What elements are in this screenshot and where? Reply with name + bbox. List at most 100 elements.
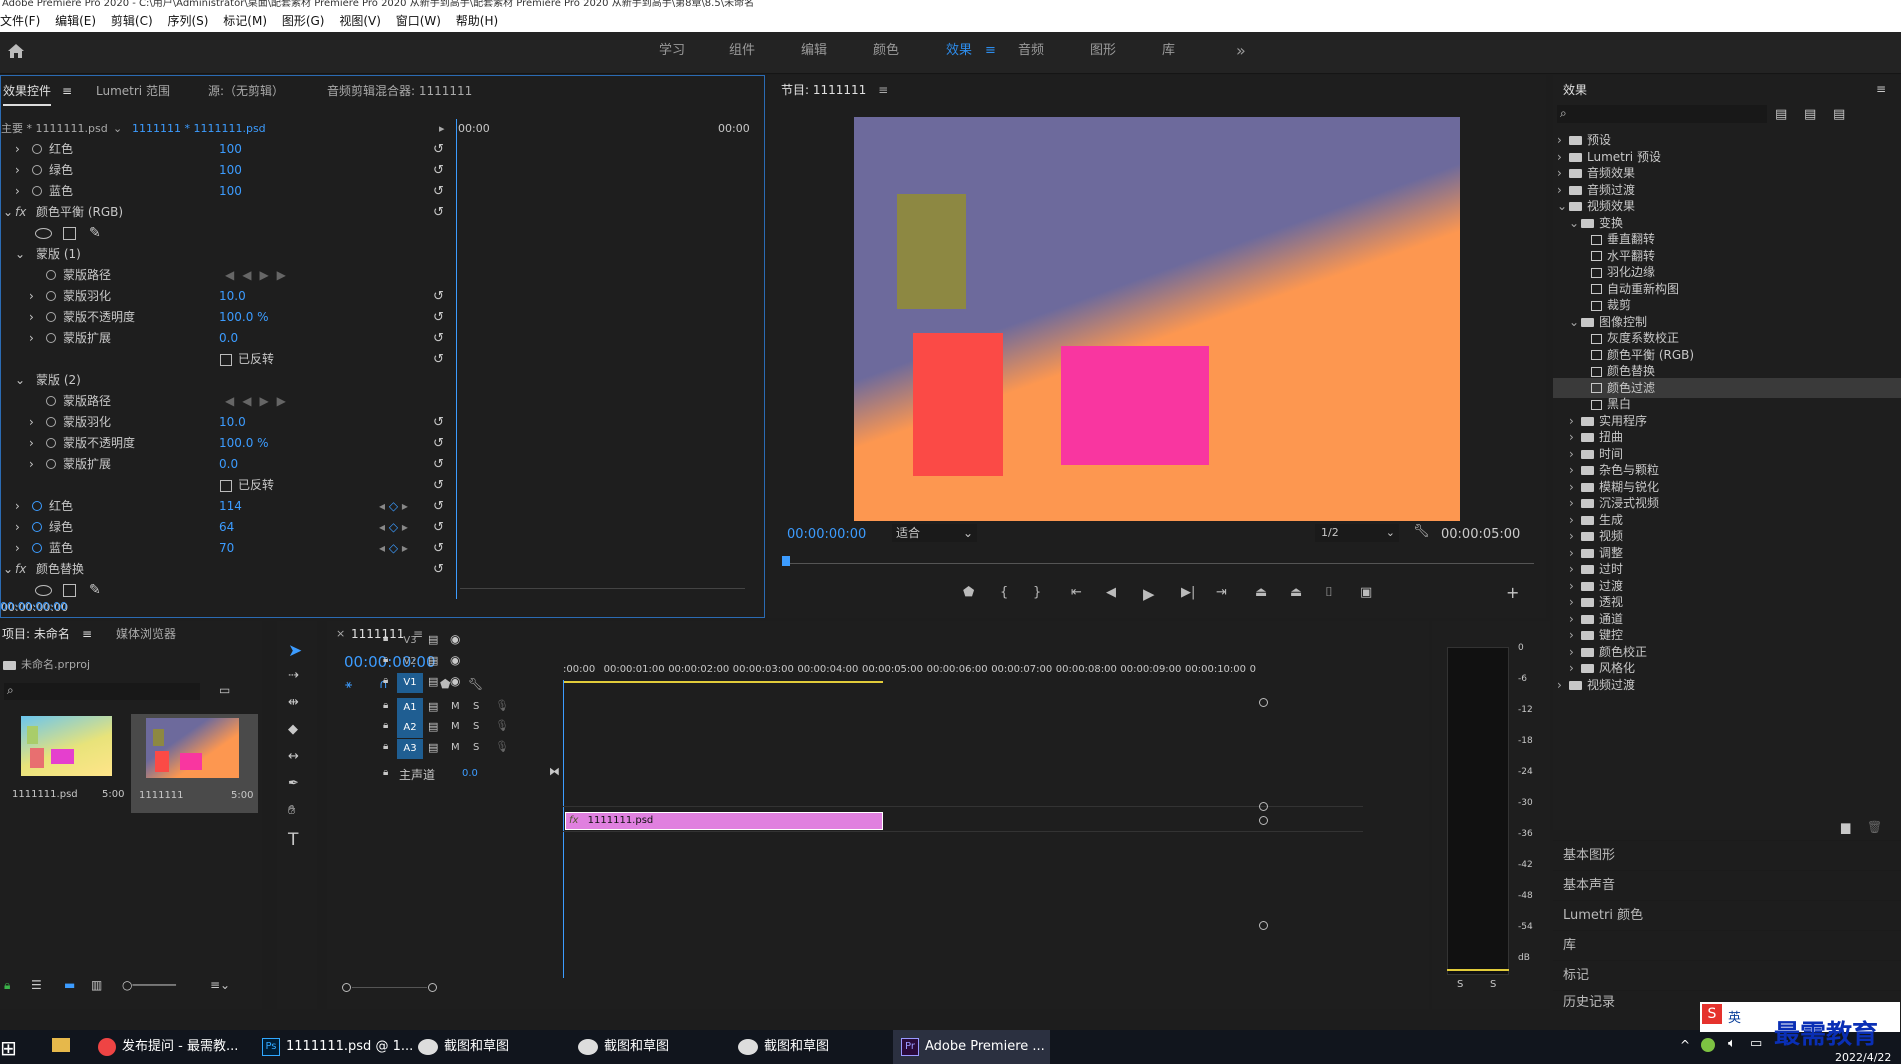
pen-mask-icon[interactable]: ✎ bbox=[89, 223, 101, 244]
prop-value[interactable]: 10.0 bbox=[219, 412, 246, 433]
mark-in-icon[interactable]: { bbox=[1000, 585, 1008, 600]
sync-lock-icon[interactable]: ▤ bbox=[428, 700, 438, 713]
prop-value[interactable]: 100.0 % bbox=[219, 433, 269, 454]
project-item[interactable]: 1111111.psd 5:00 bbox=[8, 714, 124, 813]
tab-effect-controls-menu[interactable]: ≡ bbox=[62, 78, 72, 104]
ec-row-mask1-inverted[interactable]: 已反转 ↺ bbox=[1, 349, 456, 370]
mic-icon[interactable]: 🎙︎ bbox=[495, 699, 509, 712]
stopwatch-icon[interactable] bbox=[32, 522, 42, 532]
razor-tool-icon[interactable]: ◆ bbox=[288, 722, 298, 737]
workspace-learning[interactable]: 学习 bbox=[659, 32, 685, 74]
ec-row-mask1-expansion[interactable]: › 蒙版扩展 0.0 ↺ bbox=[1, 328, 456, 349]
sync-lock-icon[interactable]: ▤ bbox=[428, 741, 438, 754]
stopwatch-icon[interactable] bbox=[32, 144, 42, 154]
a-scroll-bottom[interactable] bbox=[1259, 921, 1268, 930]
extract-icon[interactable]: ⏏ bbox=[1290, 585, 1302, 600]
workspace-color[interactable]: 颜色 bbox=[873, 32, 899, 74]
program-title[interactable]: 节目: 1111111 bbox=[781, 83, 866, 97]
prop-value[interactable]: 100 bbox=[219, 160, 242, 181]
ec-row-mask2-opacity[interactable]: › 蒙版不透明度 100.0 % ↺ bbox=[1, 433, 456, 454]
menu-clip[interactable]: 剪辑(C) bbox=[111, 14, 153, 28]
track-target[interactable]: A3 bbox=[397, 739, 423, 759]
reset-icon[interactable]: ↺ bbox=[433, 349, 444, 370]
solo-button[interactable]: S bbox=[473, 701, 479, 712]
prop-value[interactable]: 100.0 % bbox=[219, 307, 269, 328]
go-to-in-icon[interactable]: ⇤ bbox=[1071, 585, 1082, 600]
go-to-out-icon[interactable]: ⇥ bbox=[1216, 585, 1227, 600]
wrench-icon[interactable]: 🔧︎ bbox=[1413, 524, 1430, 539]
reset-icon[interactable]: ↺ bbox=[433, 538, 444, 559]
accelerated-effects-icon[interactable]: ▤ bbox=[1775, 107, 1787, 122]
ec-ruler[interactable]: 00:00 00:00 bbox=[456, 119, 756, 139]
reset-icon[interactable]: ↺ bbox=[433, 139, 444, 160]
track-target[interactable]: V2 bbox=[397, 652, 423, 672]
menu-edit[interactable]: 编辑(E) bbox=[55, 14, 96, 28]
ec-row-blue-2[interactable]: › 蓝色 70 ◂ ◇ ▸ ↺ bbox=[1, 538, 456, 559]
taskbar-premiere[interactable]: Pr Adobe Premiere ... bbox=[893, 1030, 1050, 1064]
tab-audio-clip-mixer[interactable]: 音频剪辑混合器: 1111111 bbox=[327, 78, 472, 104]
sort-icon[interactable]: ≡⌄ bbox=[210, 978, 230, 992]
mask-track-buttons[interactable]: ◀◀▶▶ bbox=[225, 391, 294, 412]
reset-icon[interactable]: ↺ bbox=[433, 181, 444, 202]
prop-value[interactable]: 0.0 bbox=[219, 328, 238, 349]
sync-lock-icon[interactable]: ▤ bbox=[428, 720, 438, 733]
hand-tool-icon[interactable]: ✋︎ bbox=[288, 803, 295, 818]
prop-value[interactable]: 114 bbox=[219, 496, 242, 517]
master-expand-icon[interactable]: ⧓ bbox=[549, 765, 560, 778]
master-volume-value[interactable]: 0.0 bbox=[462, 768, 478, 779]
v-scroll-mid[interactable] bbox=[1259, 802, 1268, 811]
ec-current-time[interactable]: 00:00:00:00 bbox=[0, 600, 67, 613]
prop-value[interactable]: 64 bbox=[219, 517, 234, 538]
menu-view[interactable]: 视图(V) bbox=[339, 14, 381, 28]
v-scroll-top[interactable] bbox=[1259, 698, 1268, 707]
find-icon[interactable]: ▭ bbox=[219, 683, 230, 697]
ime-lang[interactable]: 英 bbox=[1728, 1007, 1741, 1026]
ellipse-mask-icon[interactable] bbox=[35, 585, 52, 596]
icon-view-icon[interactable]: ▬ bbox=[64, 978, 75, 992]
a-scroll-top[interactable] bbox=[1259, 816, 1268, 825]
tab-media-browser[interactable]: 媒体浏览器 bbox=[116, 621, 176, 647]
effects-menu-icon[interactable]: ≡ bbox=[1876, 82, 1886, 96]
program-scrubber[interactable] bbox=[782, 556, 1534, 572]
tab-lumetri-scopes[interactable]: Lumetri 范围 bbox=[96, 78, 170, 104]
keyframe-nav[interactable]: ◂ ◇ ▸ bbox=[379, 517, 408, 538]
ec-row-red-2[interactable]: › 红色 114 ◂ ◇ ▸ ↺ bbox=[1, 496, 456, 517]
section-essential-graphics[interactable]: 基本图形 bbox=[1553, 840, 1901, 870]
eye-icon[interactable]: ◉ bbox=[450, 653, 460, 667]
effect-folder[interactable]: › 视频过渡 bbox=[1553, 675, 1901, 695]
pen-tool-icon[interactable]: ✒ bbox=[288, 776, 299, 791]
reset-icon[interactable]: ↺ bbox=[433, 412, 444, 433]
reset-icon[interactable]: ↺ bbox=[433, 328, 444, 349]
ec-row-mask2-path[interactable]: 蒙版路径 ◀◀▶▶ bbox=[1, 391, 456, 412]
mask-track-buttons[interactable]: ◀◀▶▶ bbox=[225, 265, 294, 286]
ec-row-mask2-expansion[interactable]: › 蒙版扩展 0.0 ↺ bbox=[1, 454, 456, 475]
track-lock-icon[interactable]: 🔒︎ bbox=[383, 720, 388, 731]
menu-file[interactable]: 文件(F) bbox=[0, 14, 40, 28]
taskbar-chrome[interactable]: 发布提问 - 最需教... bbox=[98, 1030, 238, 1064]
sync-lock-icon[interactable]: ▤ bbox=[428, 633, 438, 646]
stopwatch-icon[interactable] bbox=[46, 312, 56, 322]
workspace-effects[interactable]: 效果 bbox=[946, 32, 972, 74]
workspace-audio[interactable]: 音频 bbox=[1018, 32, 1044, 74]
menu-marker[interactable]: 标记(M) bbox=[223, 14, 267, 28]
slip-tool-icon[interactable]: ↔ bbox=[288, 749, 299, 764]
reset-icon[interactable]: ↺ bbox=[433, 202, 444, 223]
lock-icon[interactable]: 🔒︎ bbox=[4, 978, 10, 993]
mute-button[interactable]: M bbox=[451, 742, 460, 753]
more-workspaces-icon[interactable]: » bbox=[1236, 32, 1246, 74]
selection-tool-icon[interactable]: ➤ bbox=[288, 641, 302, 661]
reset-icon[interactable]: ↺ bbox=[433, 160, 444, 181]
stopwatch-icon[interactable] bbox=[32, 501, 42, 511]
tab-project-menu[interactable]: ≡ bbox=[82, 621, 92, 647]
menu-sequence[interactable]: 序列(S) bbox=[167, 14, 208, 28]
step-back-icon[interactable]: ◀ bbox=[1106, 585, 1116, 600]
track-target[interactable]: V1 bbox=[397, 673, 423, 693]
inverted-checkbox[interactable] bbox=[220, 354, 232, 366]
effects-search-input[interactable]: ⌕ bbox=[1557, 105, 1767, 123]
timeline-ruler[interactable]: :00:00 00:00:01:00 00:00:02:00 00:00:03:00 0… bbox=[563, 664, 1353, 680]
mute-button[interactable]: M bbox=[451, 721, 460, 732]
stopwatch-icon[interactable] bbox=[46, 270, 56, 280]
ec-row-color-balance[interactable]: ⌄ fx 颜色平衡 (RGB) ↺ bbox=[1, 202, 456, 223]
zoom-slider[interactable]: ○────── bbox=[122, 978, 176, 992]
ec-row-mask1[interactable]: ⌄ 蒙版 (1) bbox=[1, 244, 456, 265]
